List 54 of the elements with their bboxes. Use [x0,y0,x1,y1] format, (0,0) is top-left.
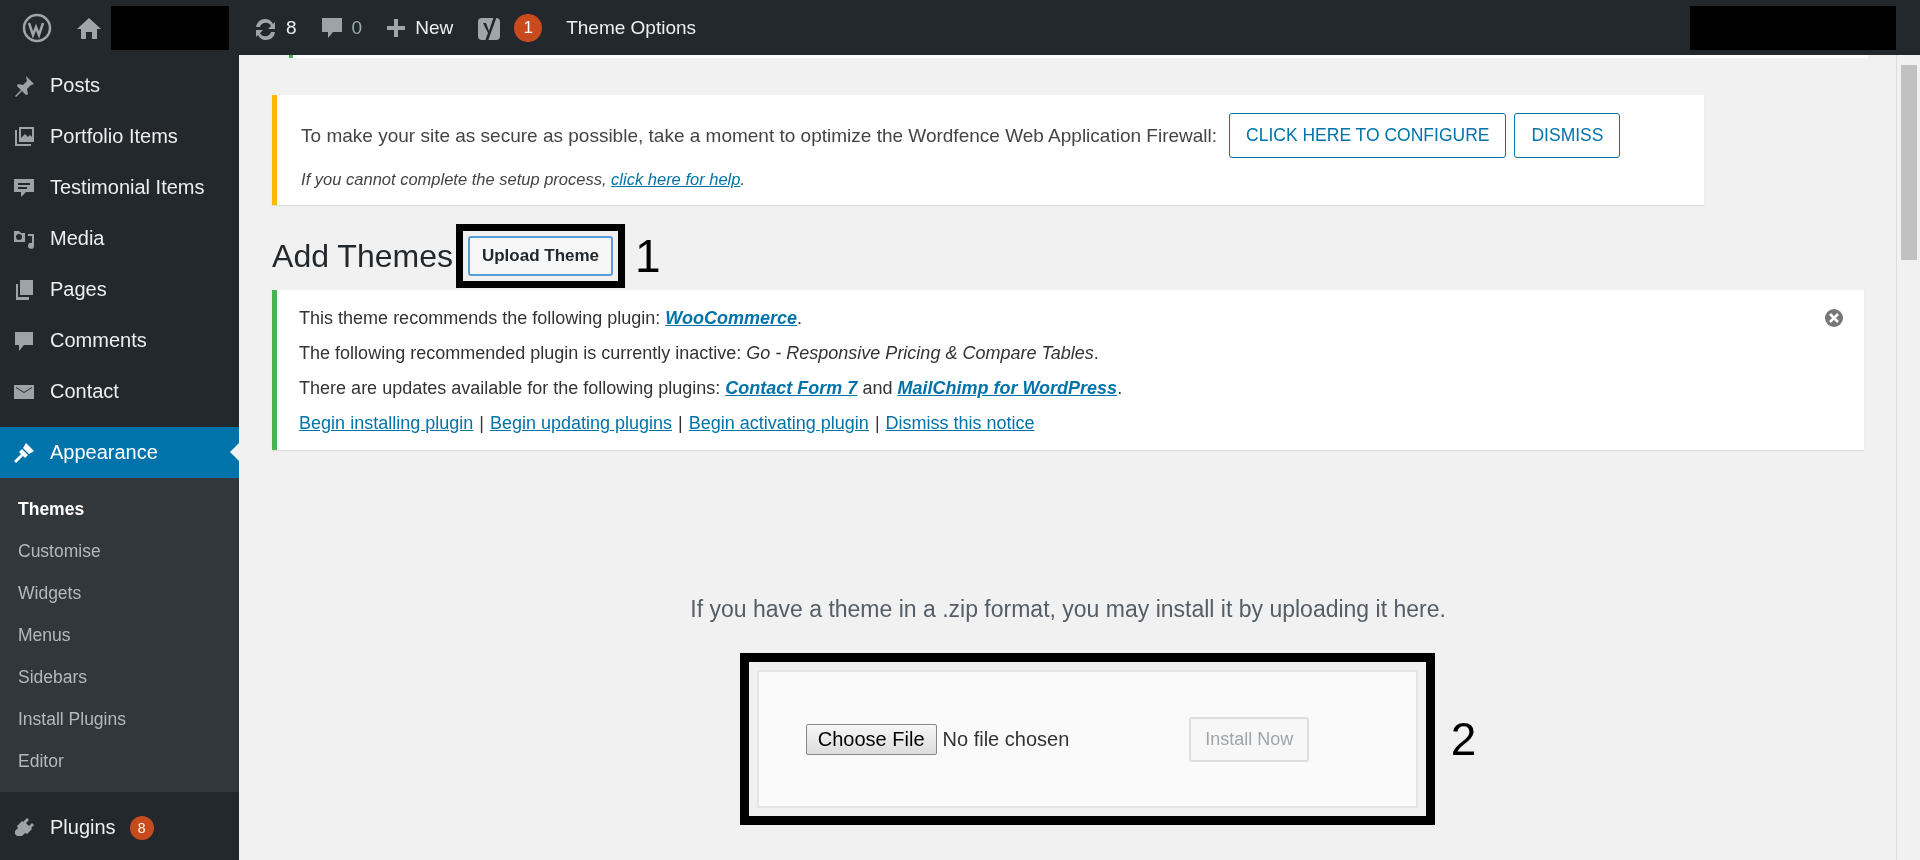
theme-options-link[interactable]: Theme Options [554,0,709,55]
sidebar-item[interactable]: Comments [0,315,240,366]
action-link[interactable]: Dismiss this notice [885,413,1035,433]
configure-button[interactable]: CLICK HERE TO CONFIGURE [1229,113,1507,158]
page-title: Add Themes [272,237,453,275]
seo-menu[interactable]: 1 [465,0,555,55]
separator: | [678,413,683,433]
sidebar-item[interactable]: Media [0,213,240,264]
sidebar-item[interactable]: Posts [0,60,240,111]
upload-theme-button[interactable]: Upload Theme [467,236,614,276]
new-link[interactable]: New [374,0,466,55]
sidebar-item[interactable]: Plugins 8 [0,802,240,853]
paintbrush-icon [12,440,36,465]
notice-text: To make your site as secure as possible, take a moment to optimize the Wordfence Web Application Firewall: [301,124,1218,147]
sidebar-item[interactable]: Contact [0,366,240,417]
submenu-item[interactable]: Install Plugins [0,698,240,740]
sidebar-item[interactable]: Pages [0,264,240,315]
submenu-item[interactable]: Editor [0,740,240,782]
help-text: If you cannot complete the setup process, click here for help. [301,170,746,189]
gallery-icon [12,124,36,149]
separator: | [874,413,880,433]
sidebar-item[interactable]: Portfolio Items [0,111,240,162]
plus-icon [386,17,407,38]
scrollbar[interactable] [1896,55,1920,860]
help-link[interactable]: click here for help [611,170,741,188]
notice-text: The following recommended plugin is currently inactive: Go - Responsive Pricing & Compare Tables. [299,343,1100,364]
plugin-link[interactable]: WooCommerce [665,308,797,328]
file-status: No file chosen [942,727,1070,751]
submenu-item[interactable]: Widgets [0,572,240,614]
action-link[interactable]: Begin installing plugin [299,413,474,433]
comment-icon [320,15,343,40]
wordpress-logo-icon[interactable] [22,12,52,43]
action-link[interactable]: Begin activating plugin [688,413,869,433]
sidebar-item[interactable]: Testimonial Items [0,162,240,213]
annotation-number: 2 [1450,712,1477,766]
home-icon[interactable] [76,15,102,40]
plugin-link[interactable]: Contact Form 7 [725,378,858,398]
submenu-item[interactable]: Sidebars [0,656,240,698]
annotation-number: 1 [635,229,661,283]
plugin-link[interactable]: MailChimp for WordPress [897,378,1118,398]
submenu-item[interactable]: Menus [0,614,240,656]
action-link[interactable]: Begin updating plugins [489,413,673,433]
updates-link[interactable]: 8 [241,0,309,55]
choose-file-button[interactable]: Choose File [805,723,937,755]
count-badge: 8 [129,815,154,840]
submenu-item[interactable]: Themes [0,488,240,530]
comments-link[interactable]: 0 [308,0,375,55]
notice-text: There are updates available for the following plugins: Contact Form 7 and MailChimp for WordPress. [299,378,1124,399]
submenu-item[interactable]: Customise [0,530,240,572]
separator: | [479,413,484,433]
sidebar-item[interactable]: Appearance [0,427,240,478]
upload-description: If you have a theme in a .zip format, you may install it by uploading it here. [689,596,1447,623]
close-icon[interactable] [1824,308,1845,328]
dismiss-button[interactable]: DISMISS [1514,113,1621,158]
